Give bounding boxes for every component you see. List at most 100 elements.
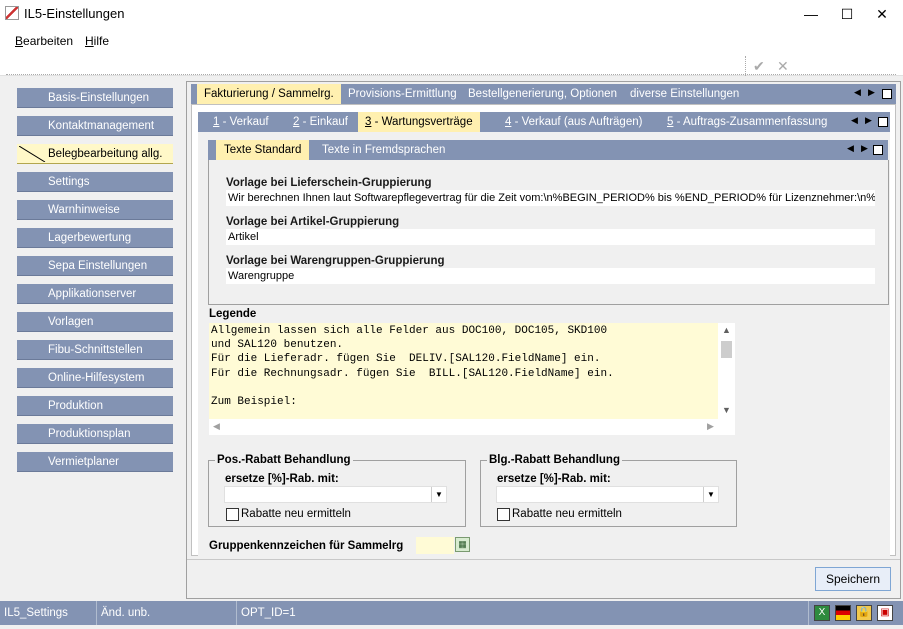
scroll-down-icon[interactable]: ▼ <box>722 405 731 415</box>
gruppenkennzeichen-label: Gruppenkennzeichen für Sammelrg <box>209 540 404 552</box>
status-settings: IL5_Settings <box>0 601 97 625</box>
pos-rabatt-checkbox[interactable] <box>226 508 239 521</box>
scroll-left-icon[interactable]: ◀ <box>213 421 220 432</box>
menu-bearbeiten[interactable]: Bearbeiten <box>15 34 73 48</box>
sidebar-item-label: Settings <box>48 176 90 188</box>
status-bar: IL5_Settings Änd. unb. OPT_ID=1 X 🔒 ▣ <box>0 601 903 625</box>
chevron-down-icon[interactable]: ▼ <box>703 487 718 502</box>
german-flag-icon[interactable] <box>835 605 851 621</box>
sidebar-item-warnhinweise[interactable]: Warnhinweise <box>17 200 173 220</box>
sidebar-item-label: Belegbearbeitung allg. <box>48 148 163 160</box>
tab-next-icon[interactable]: ▶ <box>868 87 875 98</box>
sidebar-item-label: Sepa Einstellungen <box>48 260 148 272</box>
sidebar-item-belegbearbeitung-allg[interactable]: Belegbearbeitung allg. <box>17 144 173 164</box>
sidebar-item-vorlagen[interactable]: Vorlagen <box>17 312 173 332</box>
lock-icon[interactable]: 🔒 <box>856 605 872 621</box>
tab-einkauf[interactable]: 2 - Einkauf <box>286 112 355 132</box>
warengruppen-label: Vorlage bei Warengruppen-Gruppierung <box>226 255 445 267</box>
menu-bar: Bearbeiten Hilfe ✔ ✕ <box>0 28 903 76</box>
sidebar-item-basis-einstellungen[interactable]: Basis-Einstellungen <box>17 88 173 108</box>
tab-texte-fremdsprachen[interactable]: Texte in Fremdsprachen <box>314 140 453 160</box>
active-marker-icon <box>19 146 46 162</box>
sidebar-item-settings[interactable]: Settings <box>17 172 173 192</box>
sidebar-item-kontaktmanagement[interactable]: Kontaktmanagement <box>17 116 173 136</box>
blg-rabatt-title: Blg.-Rabatt Behandlung <box>487 454 622 466</box>
tab-wartungsvertraege[interactable]: 3 - Wartungsverträge <box>358 112 480 133</box>
blg-rabatt-sub-label: ersetze [%]-Rab. mit: <box>497 473 611 485</box>
scroll-thumb[interactable] <box>721 341 732 358</box>
legende-label: Legende <box>209 308 257 320</box>
tab-diverse[interactable]: diverse Einstellungen <box>623 84 746 104</box>
tab3-next-icon[interactable]: ▶ <box>861 143 868 154</box>
legende-hscroll[interactable]: ◀ ▶ <box>209 419 718 435</box>
cancel-icon[interactable]: ✕ <box>777 58 789 75</box>
maximize-button[interactable]: ☐ <box>832 4 862 24</box>
artikel-input[interactable]: Artikel <box>226 229 875 245</box>
tab-fakturierung[interactable]: Fakturierung / Sammelrg. <box>197 84 341 105</box>
scroll-right-icon[interactable]: ▶ <box>707 421 714 432</box>
menu-divider <box>6 74 896 75</box>
sidebar-item-lagerbewertung[interactable]: Lagerbewertung <box>17 228 173 248</box>
tab3-list-icon[interactable] <box>873 145 883 155</box>
printer-icon[interactable]: ▣ <box>877 605 893 621</box>
tab-prev-icon[interactable]: ◀ <box>854 87 861 98</box>
tab2-prev-icon[interactable]: ◀ <box>851 115 858 126</box>
warengruppen-input[interactable]: Warengruppe <box>226 268 875 284</box>
menu-hilfe[interactable]: Hilfe <box>85 34 109 48</box>
blg-rabatt-checkbox[interactable] <box>497 508 510 521</box>
tab-verkauf-auftraege[interactable]: 4 - Verkauf (aus Aufträgen) <box>498 112 649 132</box>
tab-provisions[interactable]: Provisions-Ermittlung <box>341 84 464 104</box>
calculator-icon[interactable]: ▦ <box>455 537 470 552</box>
tab3-prev-icon[interactable]: ◀ <box>847 143 854 154</box>
lieferschein-input[interactable]: Wir berechnen Ihnen laut Softwarepflegev… <box>226 190 875 206</box>
sidebar-item-label: Vorlagen <box>48 316 94 328</box>
legende-box: Allgemein lassen sich alle Felder aus DO… <box>209 323 735 435</box>
app-icon <box>5 6 19 20</box>
sidebar-item-vermietplaner[interactable]: Vermietplaner <box>17 452 173 472</box>
blg-rabatt-checkbox-label: Rabatte neu ermitteln <box>512 508 622 520</box>
legende-vscroll[interactable]: ▲ ▼ <box>718 323 735 419</box>
sidebar-item-online-hilfesystem[interactable]: Online-Hilfesystem <box>17 368 173 388</box>
confirm-icon[interactable]: ✔ <box>753 58 765 75</box>
lieferschein-label: Vorlage bei Lieferschein-Gruppierung <box>226 177 432 189</box>
tab-list-icon[interactable] <box>882 89 892 99</box>
excel-icon[interactable]: X <box>814 605 830 621</box>
sidebar-item-label: Produktion <box>48 400 103 412</box>
pos-rabatt-title: Pos.-Rabatt Behandlung <box>215 454 353 466</box>
minimize-button[interactable]: — <box>796 4 826 24</box>
toolbar-separator <box>745 56 746 76</box>
tabbar-level3: Texte Standard Texte in Fremdsprachen ◀ … <box>208 140 888 161</box>
sidebar-item-fibu-schnittstellen[interactable]: Fibu-Schnittstellen <box>17 340 173 360</box>
save-button[interactable]: Speichern <box>815 567 891 591</box>
tabbar-level2: 1 - Verkauf 2 - Einkauf 3 - Wartungsvert… <box>198 112 890 133</box>
pos-rabatt-checkbox-label: Rabatte neu ermitteln <box>241 508 351 520</box>
title-bar: IL5-Einstellungen — ☐ ✕ <box>0 0 903 28</box>
window-title: IL5-Einstellungen <box>24 6 125 21</box>
tabbar-level1: Fakturierung / Sammelrg. Provisions-Ermi… <box>191 84 896 105</box>
legende-text[interactable]: Allgemein lassen sich alle Felder aus DO… <box>209 323 718 419</box>
close-button[interactable]: ✕ <box>867 4 897 24</box>
status-opt-id: OPT_ID=1 <box>237 601 809 625</box>
sidebar-item-label: Applikationserver <box>48 288 137 300</box>
pos-rabatt-select[interactable]: ▼ <box>224 486 447 503</box>
tab-auftrags-zusammenfassung[interactable]: 5 - Auftrags-Zusammenfassung <box>660 112 834 132</box>
sidebar-item-label: Basis-Einstellungen <box>48 92 150 104</box>
sidebar-item-sepa-einstellungen[interactable]: Sepa Einstellungen <box>17 256 173 276</box>
tab2-next-icon[interactable]: ▶ <box>865 115 872 126</box>
tab2-list-icon[interactable] <box>878 117 888 127</box>
gruppenkennzeichen-input[interactable] <box>416 537 454 554</box>
sidebar-item-label: Lagerbewertung <box>48 232 132 244</box>
blg-rabatt-select[interactable]: ▼ <box>496 486 719 503</box>
chevron-down-icon[interactable]: ▼ <box>431 487 446 502</box>
sidebar-item-label: Fibu-Schnittstellen <box>48 344 143 356</box>
sidebar-item-label: Produktionsplan <box>48 428 131 440</box>
sidebar-item-label: Online-Hilfesystem <box>48 372 145 384</box>
scroll-up-icon[interactable]: ▲ <box>722 325 731 335</box>
tab-bestellgenerierung[interactable]: Bestellgenerierung, Optionen <box>461 84 624 104</box>
tab-texte-standard[interactable]: Texte Standard <box>216 140 310 161</box>
sidebar-item-applikationserver[interactable]: Applikationserver <box>17 284 173 304</box>
sidebar-item-label: Vermietplaner <box>48 456 119 468</box>
sidebar-item-produktion[interactable]: Produktion <box>17 396 173 416</box>
sidebar-item-produktionsplan[interactable]: Produktionsplan <box>17 424 173 444</box>
tab-verkauf[interactable]: 1 - Verkauf <box>206 112 276 132</box>
